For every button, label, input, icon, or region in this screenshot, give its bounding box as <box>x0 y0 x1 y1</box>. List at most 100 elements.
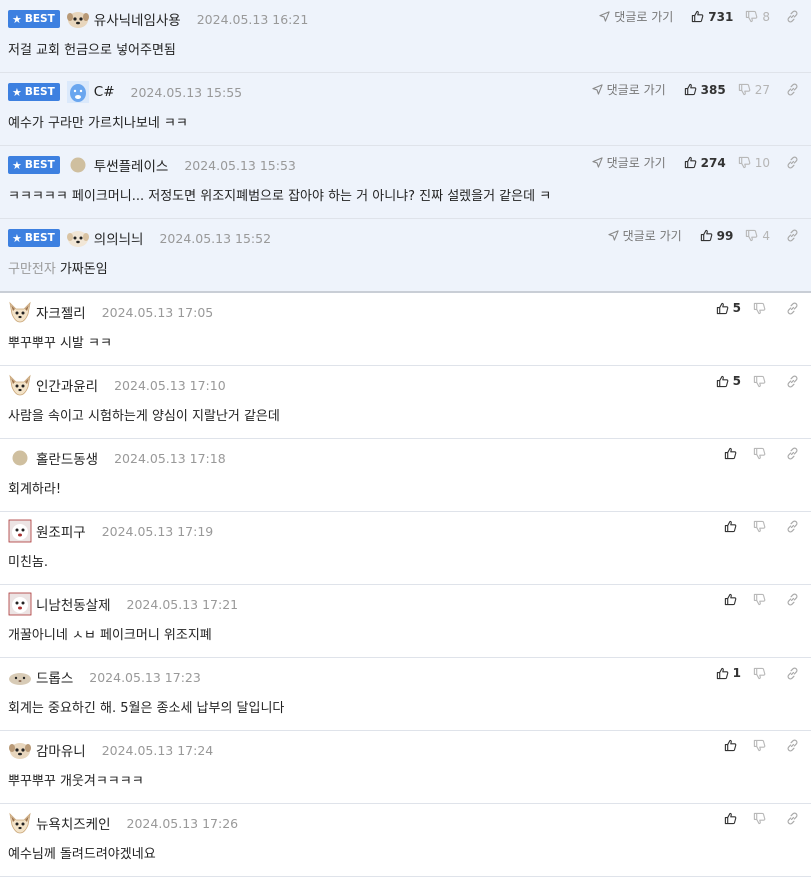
downvote-button[interactable] <box>753 739 770 752</box>
comment-row: 감마유니 2024.05.13 17:24 뿌꾸뿌꾸 개웃겨ㅋㅋㅋㅋ <box>0 731 811 804</box>
upvote-button[interactable]: 385 <box>684 83 726 97</box>
comment-text: 뿌꾸뿌꾸 개웃겨ㅋㅋㅋㅋ <box>8 774 144 789</box>
nickname[interactable]: 홀란드동생 <box>36 448 98 468</box>
upvote-button[interactable] <box>724 812 741 825</box>
best-comment-row: ★ BEST 의의늬늬 2024.05.13 15:52 구만전자 가짜돈임 댓글로 가기 9… <box>0 219 811 293</box>
downvote-button[interactable] <box>753 812 770 825</box>
best-badge-label: BEST <box>24 13 55 25</box>
best-comment-row: ★ BEST 유사닉네임사용 2024.05.13 16:21 저걸 교회 헌금으로 넣… <box>0 0 811 73</box>
goto-comment-button[interactable]: 댓글로 가기 <box>599 8 673 25</box>
comment-body: 회계는 중요하긴 해. 5월은 종소세 납부의 달입니다 <box>8 697 284 716</box>
upvote-button[interactable]: 99 <box>700 228 734 243</box>
link-icon[interactable] <box>786 375 799 388</box>
comment-date: 2024.05.13 17:18 <box>114 450 226 466</box>
fox-avatar[interactable] <box>8 300 32 324</box>
comment-actions <box>724 812 799 825</box>
upvote-button[interactable] <box>724 593 741 606</box>
comment-body: 회계하라! <box>8 478 61 497</box>
upvote-button[interactable]: 274 <box>684 156 726 170</box>
upvote-button[interactable]: 731 <box>691 10 733 24</box>
downvote-button[interactable] <box>753 447 770 460</box>
upvote-button[interactable] <box>724 447 741 460</box>
goto-comment-button[interactable]: 댓글로 가기 <box>592 154 666 171</box>
thumbs-up-icon <box>716 667 733 680</box>
photo-avatar[interactable] <box>8 592 32 616</box>
downvote-button[interactable] <box>753 302 770 315</box>
comment-body: 개꿀아니네 ㅅㅂ 페이크머니 위조지폐 <box>8 624 212 643</box>
fox-avatar[interactable] <box>8 373 32 397</box>
downvote-button[interactable]: 10 <box>738 156 770 170</box>
nickname[interactable]: 감마유니 <box>36 740 86 760</box>
comment-body: 예수님께 돌려드려야겠네요 <box>8 843 156 862</box>
comment-text: 사람을 속이고 시험하는게 양심이 지랄난거 같은데 <box>8 409 280 424</box>
link-icon[interactable] <box>786 302 799 315</box>
link-icon[interactable] <box>786 83 799 96</box>
thumbs-up-icon <box>716 302 733 315</box>
link-icon[interactable] <box>786 812 799 825</box>
downvote-button[interactable]: 27 <box>738 83 770 97</box>
downvote-button[interactable] <box>753 520 770 533</box>
comment-header: ★ BEST 유사닉네임사용 2024.05.13 16:21 <box>8 8 308 30</box>
upvote-button[interactable] <box>724 520 741 533</box>
nickname[interactable]: 유사닉네임사용 <box>94 9 181 29</box>
goto-comment-button[interactable]: 댓글로 가기 <box>592 81 666 98</box>
downvote-button[interactable]: 8 <box>745 10 770 24</box>
upvote-button[interactable]: 1 <box>716 666 741 680</box>
circle-avatar[interactable] <box>8 446 32 470</box>
upvote-count: 99 <box>716 228 734 243</box>
thumbs-down-icon <box>753 375 770 388</box>
thumbs-up-icon <box>691 10 708 23</box>
thumbs-up-icon <box>724 739 741 752</box>
link-icon[interactable] <box>786 229 799 242</box>
downvote-button[interactable] <box>753 667 770 680</box>
thumbs-down-icon <box>753 667 770 680</box>
link-icon[interactable] <box>786 739 799 752</box>
thumbs-down-icon <box>745 229 762 242</box>
upvote-button[interactable] <box>724 739 741 752</box>
fox-avatar[interactable] <box>8 811 32 835</box>
link-icon[interactable] <box>786 520 799 533</box>
nickname[interactable]: 자크젤리 <box>36 302 86 322</box>
hamster-avatar[interactable] <box>8 665 32 689</box>
comment-body: 저걸 교회 헌금으로 넣어주면됨 <box>8 39 176 58</box>
nickname[interactable]: 투썬플레이스 <box>94 155 169 175</box>
link-icon[interactable] <box>786 447 799 460</box>
circle-avatar[interactable] <box>66 153 90 177</box>
link-icon[interactable] <box>786 667 799 680</box>
best-badge-label: BEST <box>24 232 55 244</box>
link-icon[interactable] <box>786 156 799 169</box>
comment-actions: 댓글로 가기 731 8 <box>599 8 799 25</box>
comment-date: 2024.05.13 17:26 <box>126 815 239 831</box>
thumbs-up-icon <box>716 375 733 388</box>
link-icon[interactable] <box>786 593 799 606</box>
comment-actions: 1 <box>716 666 799 680</box>
downvote-button[interactable] <box>753 593 770 606</box>
blue-bear-avatar[interactable] <box>66 80 90 104</box>
nickname[interactable]: 드롭스 <box>36 667 73 687</box>
comment-header: ★ BEST 투썬플레이스 2024.05.13 15:53 <box>8 154 296 176</box>
comment-text: 개꿀아니네 ㅅㅂ 페이크머니 위조지폐 <box>8 628 212 643</box>
reply-target[interactable]: 구만전자 <box>8 262 56 277</box>
nickname[interactable]: 니남천동살제 <box>36 594 111 614</box>
photo-avatar[interactable] <box>8 519 32 543</box>
nickname[interactable]: 원조피구 <box>36 521 86 541</box>
upvote-button[interactable]: 5 <box>716 374 741 388</box>
downvote-button[interactable]: 4 <box>745 229 770 243</box>
dog-avatar[interactable] <box>66 7 90 31</box>
link-icon[interactable] <box>786 10 799 23</box>
comment-actions: 댓글로 가기 385 27 <box>592 81 799 98</box>
comment-date: 2024.05.13 16:21 <box>196 11 309 27</box>
best-badge: ★ BEST <box>8 156 60 174</box>
comment-date: 2024.05.13 17:21 <box>126 596 239 612</box>
nickname[interactable]: C# <box>94 84 115 100</box>
puppy-avatar[interactable] <box>66 226 90 250</box>
thumbs-up-icon <box>724 812 741 825</box>
goto-comment-button[interactable]: 댓글로 가기 <box>608 227 682 244</box>
nickname[interactable]: 뉴욕치즈케인 <box>36 813 111 833</box>
comment-date: 2024.05.13 17:24 <box>101 742 214 758</box>
dog-avatar[interactable] <box>8 738 32 762</box>
downvote-button[interactable] <box>753 375 770 388</box>
nickname[interactable]: 의의늬늬 <box>94 228 144 248</box>
upvote-button[interactable]: 5 <box>716 301 741 315</box>
nickname[interactable]: 인간과윤리 <box>36 375 98 395</box>
